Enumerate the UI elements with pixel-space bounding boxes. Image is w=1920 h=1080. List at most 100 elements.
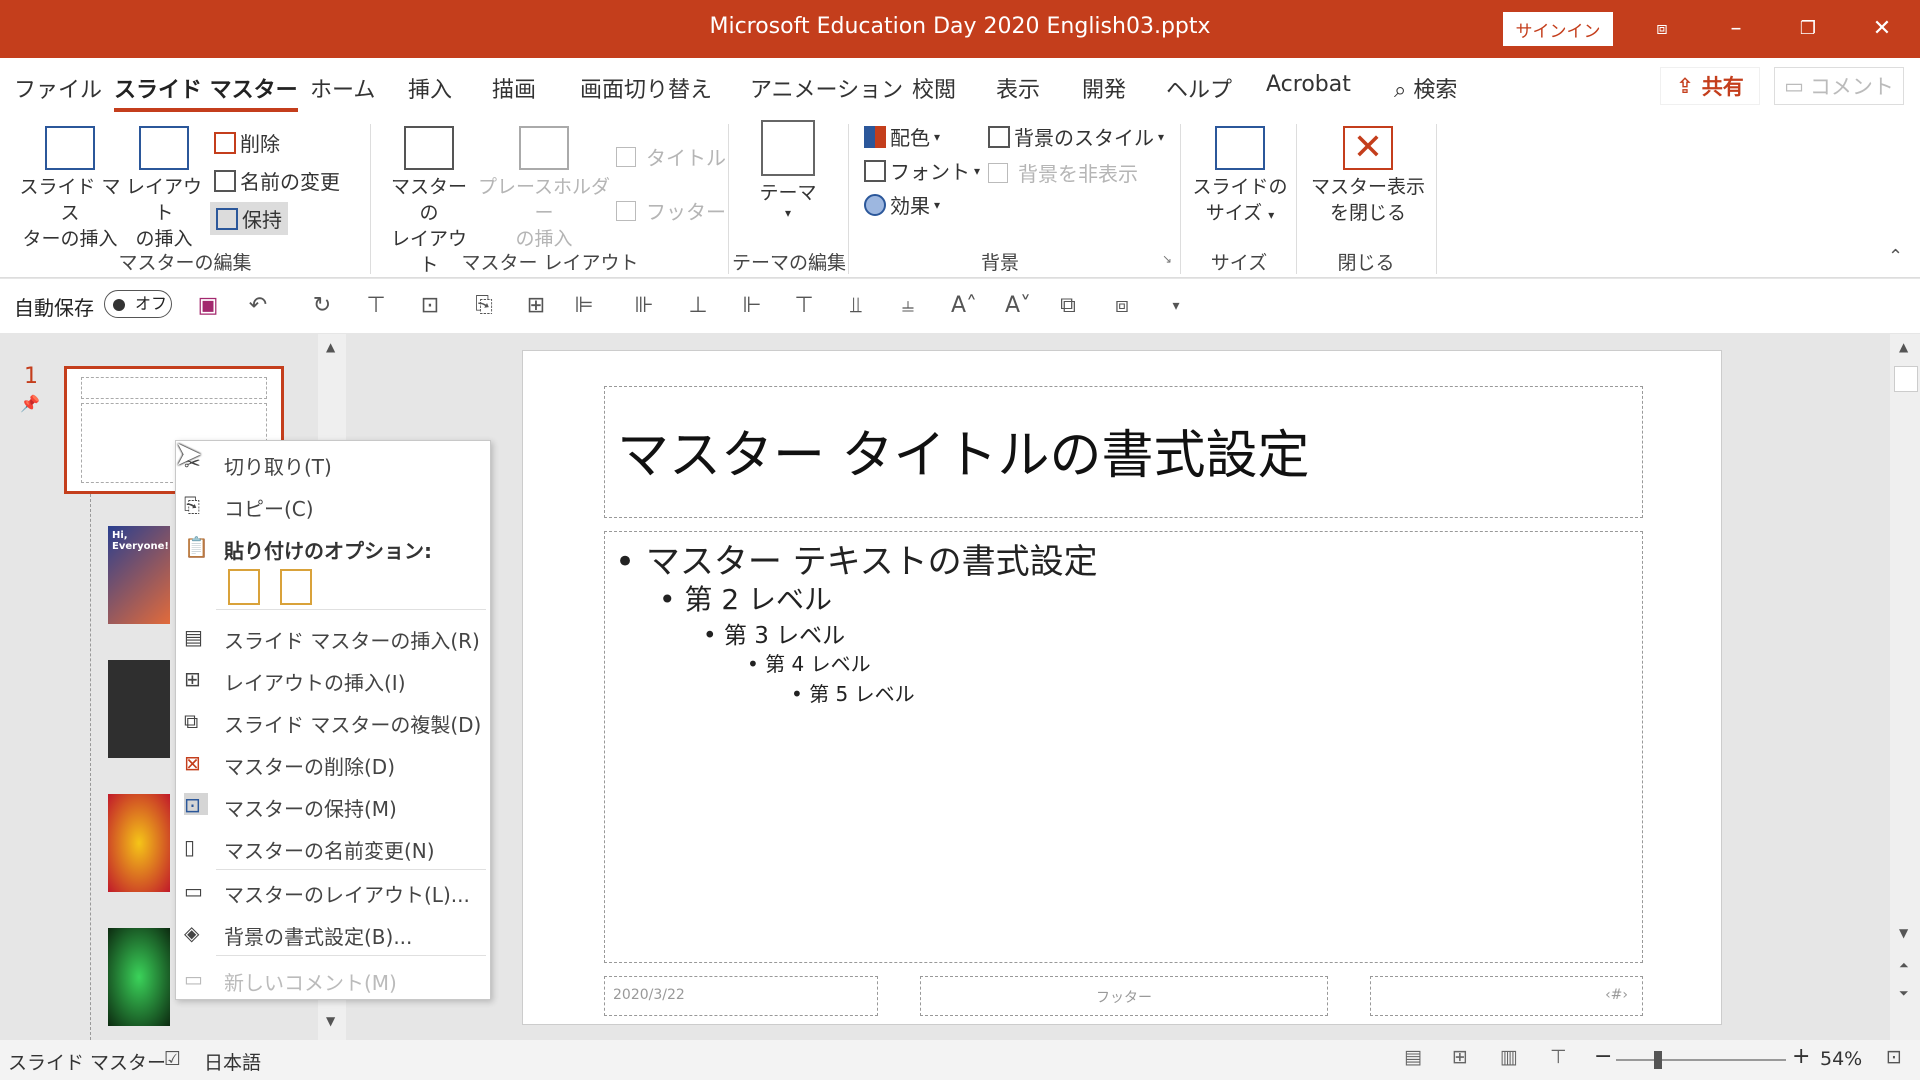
- redo-icon[interactable]: ↻: [308, 293, 336, 319]
- menu-new-comment[interactable]: ▭ 新しいコメント(M): [176, 959, 492, 999]
- align-top-icon[interactable]: ⊤: [790, 293, 818, 319]
- layout-thumbnail-3[interactable]: [108, 660, 170, 758]
- slide-number-placeholder[interactable]: ‹#›: [1370, 976, 1643, 1016]
- layout-thumbnail-5[interactable]: [108, 928, 170, 1026]
- menu-preserve-master[interactable]: ⊡ マスターの保持(M): [176, 785, 492, 825]
- undo-icon[interactable]: ↶: [244, 293, 272, 319]
- zoom-slider[interactable]: [1616, 1051, 1786, 1069]
- background-styles-button[interactable]: 背景のスタイル ▾: [988, 122, 1164, 151]
- insert-layout-button[interactable]: レイアウト の挿入: [122, 126, 206, 252]
- dialog-launcher-icon[interactable]: ↘: [1162, 252, 1172, 266]
- slideshow-icon[interactable]: ⊤: [1550, 1046, 1567, 1068]
- ribbon-display-icon[interactable]: ⧈: [1640, 10, 1684, 48]
- scroll-down-icon[interactable]: ▼: [326, 1014, 335, 1028]
- menu-format-background[interactable]: ◈ 背景の書式設定(B)...: [176, 913, 492, 953]
- tab-review[interactable]: 校閲: [912, 72, 956, 104]
- date-placeholder[interactable]: 2020/3/22: [604, 976, 878, 1016]
- title-checkbox[interactable]: タイトル: [616, 142, 726, 171]
- present-icon[interactable]: ⊤: [362, 293, 390, 319]
- body-placeholder[interactable]: • マスター テキストの書式設定 • 第 2 レベル • 第 3 レベル • 第…: [604, 531, 1643, 963]
- scroll-down-icon[interactable]: ▼: [1899, 926, 1908, 940]
- effects-button[interactable]: 効果 ▾: [864, 190, 940, 219]
- rename-button[interactable]: 名前の変更: [214, 166, 340, 195]
- previous-slide-icon[interactable]: ⏶: [1899, 958, 1909, 973]
- accessibility-icon[interactable]: ☑: [164, 1048, 181, 1070]
- insert-slide-master-button[interactable]: スライド マス ターの挿入: [10, 126, 130, 252]
- comment-button[interactable]: ▭ コメント: [1774, 67, 1904, 105]
- save-icon[interactable]: ▣: [194, 293, 222, 319]
- zoom-in-icon[interactable]: +: [1792, 1044, 1810, 1069]
- fonts-button[interactable]: フォント ▾: [864, 156, 980, 185]
- slide-canvas[interactable]: マスター タイトルの書式設定 • マスター テキストの書式設定 • 第 2 レベ…: [522, 350, 1722, 1025]
- tab-view[interactable]: 表示: [996, 72, 1040, 104]
- title-placeholder[interactable]: マスター タイトルの書式設定: [604, 386, 1643, 518]
- menu-cut[interactable]: ✂ 切り取り(T): [176, 443, 492, 483]
- menu-master-layout[interactable]: ▭ マスターのレイアウト(L)...: [176, 871, 492, 911]
- menu-copy[interactable]: ⎘ コピー(C): [176, 485, 492, 525]
- bring-forward-icon[interactable]: ⧉: [1054, 293, 1082, 319]
- layout-thumbnail-4[interactable]: [108, 794, 170, 892]
- tab-transitions[interactable]: 画面切り替え: [580, 72, 712, 104]
- close-master-view-button[interactable]: ✕ マスター表示 を閉じる: [1306, 126, 1430, 226]
- align-left-icon[interactable]: ⊫: [570, 293, 598, 319]
- minimize-icon[interactable]: –: [1714, 10, 1758, 48]
- hide-background-checkbox[interactable]: 背景を非表示: [988, 158, 1138, 187]
- customize-qat-icon[interactable]: ▾: [1162, 293, 1190, 319]
- tab-help[interactable]: ヘルプ: [1166, 72, 1232, 104]
- align-center-icon[interactable]: ⫨: [894, 293, 922, 319]
- colors-button[interactable]: 配色 ▾: [864, 122, 940, 151]
- autosave-toggle[interactable]: オフ: [104, 290, 172, 318]
- paste-as-picture-icon[interactable]: [280, 569, 312, 605]
- footer-checkbox[interactable]: フッター: [616, 196, 726, 225]
- tab-home[interactable]: ホーム: [310, 72, 375, 104]
- collapse-ribbon-icon[interactable]: ⌃: [1888, 246, 1903, 267]
- preserve-button[interactable]: 保持: [210, 202, 288, 235]
- tab-animations[interactable]: アニメーション: [750, 72, 903, 104]
- insert-placeholder-button[interactable]: プレースホルダー の挿入: [474, 126, 614, 252]
- align-bottom-icon[interactable]: ⊥: [684, 293, 712, 319]
- menu-rename-master[interactable]: ▯ マスターの名前変更(N): [176, 827, 492, 867]
- normal-view-icon[interactable]: ▤: [1404, 1046, 1422, 1068]
- zoom-slider-thumb[interactable]: [1654, 1051, 1662, 1069]
- scroll-up-icon[interactable]: ▲: [326, 340, 335, 354]
- send-backward-icon[interactable]: ⧈: [1108, 293, 1136, 319]
- crop-icon[interactable]: ⊡: [416, 293, 444, 319]
- menu-insert-layout[interactable]: ⊞ レイアウトの挿入(I): [176, 659, 492, 699]
- tab-insert[interactable]: 挿入: [408, 72, 452, 104]
- close-icon[interactable]: ✕: [1860, 10, 1904, 48]
- language-label[interactable]: 日本語: [204, 1048, 261, 1075]
- tab-developer[interactable]: 開発: [1082, 72, 1126, 104]
- slide-size-button[interactable]: スライドの サイズ ▾: [1188, 126, 1292, 228]
- tab-slide-master[interactable]: スライド マスター: [114, 72, 298, 112]
- menu-duplicate-master[interactable]: ⧉ スライド マスターの複製(D): [176, 701, 492, 741]
- layout-thumbnail-2[interactable]: Hi, Everyone!: [108, 526, 170, 624]
- tab-acrobat[interactable]: Acrobat: [1266, 72, 1351, 97]
- reading-view-icon[interactable]: ▥: [1500, 1046, 1518, 1068]
- slide-scrollbar[interactable]: ▲ ▼ ⏶ ⏷: [1890, 334, 1920, 1040]
- delete-button[interactable]: 削除: [214, 128, 280, 157]
- signin-button[interactable]: サインイン: [1503, 12, 1613, 46]
- tab-draw[interactable]: 描画: [492, 72, 536, 104]
- scroll-up-icon[interactable]: ▲: [1899, 340, 1908, 354]
- increase-font-icon[interactable]: A˄: [950, 293, 978, 319]
- next-slide-icon[interactable]: ⏷: [1899, 986, 1909, 1001]
- footer-placeholder[interactable]: フッター: [920, 976, 1328, 1016]
- zoom-level[interactable]: 54%: [1820, 1048, 1862, 1070]
- restore-icon[interactable]: ❐: [1786, 10, 1830, 48]
- fit-slide-icon[interactable]: ⊡: [1886, 1046, 1902, 1068]
- zoom-out-icon[interactable]: −: [1594, 1044, 1612, 1069]
- search-box[interactable]: ⌕ 検索: [1394, 72, 1457, 104]
- share-button[interactable]: ⇪ 共有: [1660, 67, 1760, 105]
- scroll-thumb[interactable]: [1894, 366, 1918, 392]
- themes-button[interactable]: テーマ ▾: [740, 120, 836, 220]
- align-left-edge-icon[interactable]: ⊩: [738, 293, 766, 319]
- paste-icon[interactable]: ⎘: [470, 293, 498, 319]
- slide-sorter-icon[interactable]: ⊞: [1452, 1046, 1468, 1068]
- menu-insert-master[interactable]: ▤ スライド マスターの挿入(R): [176, 617, 492, 657]
- decrease-font-icon[interactable]: A˅: [1004, 293, 1032, 319]
- menu-delete-master[interactable]: ⊠ マスターの削除(D): [176, 743, 492, 783]
- align-right-icon[interactable]: ⊪: [630, 293, 658, 319]
- paste-keep-text-icon[interactable]: [228, 569, 260, 605]
- tab-file[interactable]: ファイル: [14, 72, 102, 104]
- align-middle-icon[interactable]: ⫫: [842, 293, 870, 319]
